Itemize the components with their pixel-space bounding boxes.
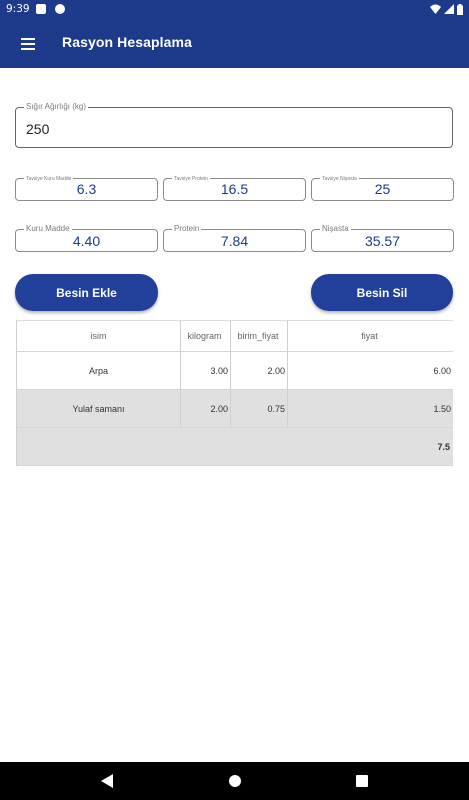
wifi-icon: [430, 4, 441, 14]
notification-a-icon: [36, 4, 46, 14]
home-icon[interactable]: [229, 775, 241, 787]
protein-value[interactable]: 7.84: [164, 233, 305, 249]
feed-table: isim kilogram birim_fiyat fiyat Arpa 3.0…: [16, 320, 453, 466]
recent-apps-icon[interactable]: [356, 775, 368, 787]
menu-icon[interactable]: [18, 32, 40, 54]
recommended-dry-matter-value[interactable]: 6.3: [16, 181, 157, 197]
header-name: isim: [16, 321, 181, 351]
table-row[interactable]: Arpa 3.00 2.00 6.00: [16, 352, 453, 390]
cell-price: 6.00: [433, 365, 451, 376]
status-bar: 9:39: [0, 0, 469, 18]
header-price: fiyat: [361, 331, 378, 341]
signal-icon: [444, 4, 454, 14]
status-icons: [430, 3, 463, 15]
protein-field[interactable]: Protein 7.84: [163, 224, 306, 252]
recommended-protein-value[interactable]: 16.5: [164, 181, 305, 197]
cell-unit-price: 0.75: [231, 390, 288, 427]
dry-matter-value[interactable]: 4.40: [16, 233, 157, 249]
cell-name: Arpa: [16, 352, 181, 389]
navigation-bar: [0, 762, 469, 800]
recommended-protein-field[interactable]: Tavsiye Protein 16.5: [163, 176, 306, 201]
table-row[interactable]: Yulaf samanı 2.00 0.75 1.50: [16, 390, 453, 428]
recommended-starch-field[interactable]: Tavsiye Nişasta 25: [311, 176, 454, 201]
header-unit-price: birim_fiyat: [231, 321, 288, 351]
delete-food-button[interactable]: Besin Sil: [311, 274, 453, 311]
back-icon[interactable]: [101, 774, 113, 788]
total-price: 7.5: [437, 441, 450, 452]
cell-kilogram: 2.00: [181, 390, 231, 427]
recommended-starch-value[interactable]: 25: [312, 181, 453, 197]
table-total-row: 7.5: [16, 428, 453, 466]
cell-name: Yulaf samanı: [16, 390, 181, 427]
weight-field-value[interactable]: 250: [26, 121, 49, 137]
cell-unit-price: 2.00: [231, 352, 288, 389]
recommended-dry-matter-field[interactable]: Tavsiye Kuru Madde 6.3: [15, 176, 158, 201]
cell-price: 1.50: [433, 403, 451, 414]
weight-field-label: Sığır Ağırlığı (kg): [24, 102, 89, 112]
table-header-row: isim kilogram birim_fiyat fiyat: [16, 321, 453, 352]
header-kilogram: kilogram: [181, 321, 231, 351]
cell-kilogram: 3.00: [181, 352, 231, 389]
starch-value[interactable]: 35.57: [312, 233, 453, 249]
weight-field[interactable]: Sığır Ağırlığı (kg) 250: [15, 102, 453, 148]
dry-matter-field[interactable]: Kuru Madde 4.40: [15, 224, 158, 252]
add-food-button[interactable]: Besin Ekle: [15, 274, 158, 311]
page-title: Rasyon Hesaplama: [62, 34, 192, 50]
notification-f-icon: [55, 4, 65, 14]
app-bar: Rasyon Hesaplama: [0, 18, 469, 68]
battery-icon: [457, 3, 463, 15]
starch-field[interactable]: Nişasta 35.57: [311, 224, 454, 252]
status-time: 9:39: [6, 3, 30, 15]
